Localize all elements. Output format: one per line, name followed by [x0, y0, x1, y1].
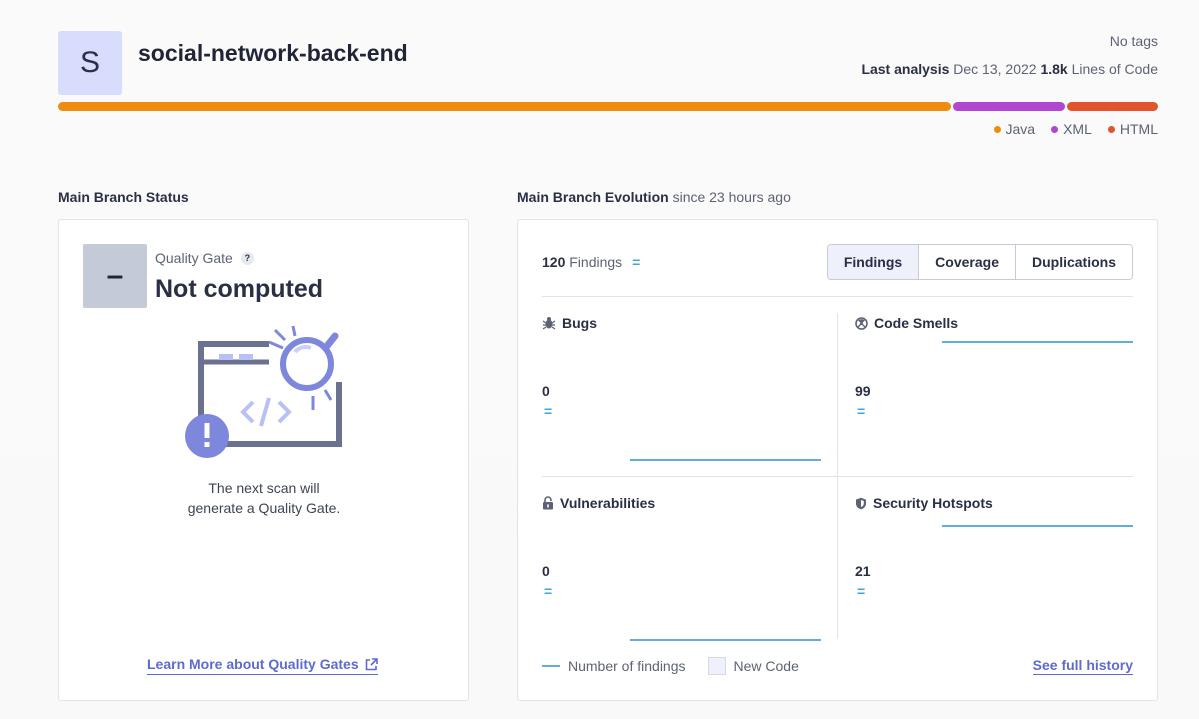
- next-scan-message: The next scan will generate a Quality Ga…: [187, 480, 341, 516]
- legend-number-of-findings: Number of findings: [568, 658, 686, 674]
- metric-vulnerabilities[interactable]: Vulnerabilities: [542, 495, 655, 511]
- evolution-since: since 23 hours ago: [672, 189, 791, 205]
- legend-item-java: Java: [993, 121, 1036, 137]
- security-hotspots-trend-line: [942, 525, 1133, 527]
- findings-label: Findings: [569, 254, 623, 270]
- metric-code-smells-trend: =: [857, 403, 866, 419]
- learn-more-label: Learn More about Quality Gates: [147, 656, 359, 672]
- metric-code-smells[interactable]: Code Smells: [855, 315, 958, 331]
- legend-label: XML: [1063, 121, 1092, 137]
- main-branch-evolution-title: Main Branch Evolution since 23 hours ago: [517, 189, 791, 205]
- project-tags[interactable]: No tags: [1110, 33, 1158, 49]
- see-full-history-link[interactable]: See full history: [1032, 657, 1133, 675]
- tabs-divider: [542, 296, 1133, 297]
- project-avatar: S: [58, 31, 122, 95]
- metric-security-hotspots-label: Security Hotspots: [873, 495, 993, 511]
- evolution-chart-legend: Number of findings New Code: [542, 657, 799, 675]
- quality-gate-card: – Quality Gate ? Not computed The next s…: [58, 219, 469, 701]
- quality-gate-status: Not computed: [155, 275, 324, 303]
- language-distribution-bar: [58, 102, 1158, 111]
- external-link-icon: [365, 657, 378, 670]
- legend-new-code: New Code: [733, 658, 799, 674]
- evolution-title-text: Main Branch Evolution: [517, 189, 669, 205]
- quality-gate-status-box: –: [83, 244, 147, 308]
- last-analysis-label: Last analysis: [861, 61, 950, 77]
- tab-coverage[interactable]: Coverage: [919, 245, 1016, 279]
- metric-security-hotspots-value[interactable]: 21: [855, 563, 871, 579]
- help-icon[interactable]: ?: [240, 251, 254, 265]
- tab-findings[interactable]: Findings: [827, 245, 920, 279]
- metric-vulnerabilities-trend: =: [544, 583, 553, 599]
- learn-more-quality-gates-link[interactable]: Learn More about Quality Gates: [147, 656, 378, 675]
- language-segment-java: [58, 102, 952, 111]
- lock-icon: [543, 496, 553, 510]
- last-analysis-date: Dec 13, 2022: [953, 61, 1037, 77]
- legend-dot-icon: [1107, 125, 1115, 133]
- lines-of-code-label: Lines of Code: [1071, 61, 1158, 77]
- bug-icon: [542, 317, 556, 330]
- shield-icon: [856, 497, 866, 509]
- metric-bugs-label: Bugs: [562, 315, 597, 331]
- bugs-trend-line: [630, 459, 821, 461]
- code-scan-illustration-icon: [185, 325, 342, 458]
- metric-vulnerabilities-value[interactable]: 0: [542, 563, 550, 579]
- metric-security-hotspots-trend: =: [857, 583, 866, 599]
- legend-dot-icon: [1051, 125, 1059, 133]
- findings-trend-equal: =: [632, 254, 641, 270]
- metric-vulnerabilities-label: Vulnerabilities: [560, 495, 656, 511]
- metrics-column-divider: [837, 313, 838, 639]
- quality-gate-label: Quality Gate: [155, 250, 233, 266]
- tab-duplications[interactable]: Duplications: [1015, 245, 1132, 279]
- legend-dot-icon: [993, 125, 1001, 133]
- metric-code-smells-label: Code Smells: [874, 315, 959, 331]
- project-name: social-network-back-end: [138, 40, 408, 66]
- code-smell-icon: [855, 316, 868, 330]
- metric-security-hotspots[interactable]: Security Hotspots: [855, 495, 993, 511]
- main-branch-status-title: Main Branch Status: [58, 189, 189, 205]
- findings-total: 120 Findings =: [542, 254, 640, 270]
- language-segment-html: [1067, 102, 1158, 111]
- vulnerabilities-trend-line: [630, 639, 821, 641]
- metric-bugs[interactable]: Bugs: [542, 315, 597, 331]
- findings-line-swatch: [542, 665, 560, 667]
- legend-label: HTML: [1119, 121, 1158, 137]
- findings-count: 120: [542, 254, 566, 270]
- metric-code-smells-value[interactable]: 99: [855, 383, 871, 399]
- code-smells-trend-line: [942, 341, 1133, 343]
- legend-item-xml: XML: [1051, 121, 1092, 137]
- legend-item-html: HTML: [1107, 121, 1158, 137]
- evolution-tabs: Findings Coverage Duplications: [826, 244, 1133, 280]
- quality-gate-label-row: Quality Gate ?: [155, 250, 254, 266]
- scan-illustration: [185, 325, 345, 471]
- metric-bugs-trend: =: [544, 403, 553, 419]
- new-code-swatch: [707, 657, 726, 675]
- project-overview-page: S social-network-back-end No tags Last a…: [0, 0, 1199, 719]
- legend-label: Java: [1005, 121, 1036, 137]
- branch-evolution-card: 120 Findings = Findings Coverage Duplica…: [517, 219, 1158, 701]
- last-analysis-info: Last analysis Dec 13, 2022 1.8k Lines of…: [861, 61, 1158, 77]
- language-segment-xml: [953, 102, 1066, 111]
- language-legend: Java XML HTML: [993, 121, 1158, 137]
- metric-bugs-value[interactable]: 0: [542, 383, 550, 399]
- lines-of-code-value: 1.8k: [1040, 61, 1068, 77]
